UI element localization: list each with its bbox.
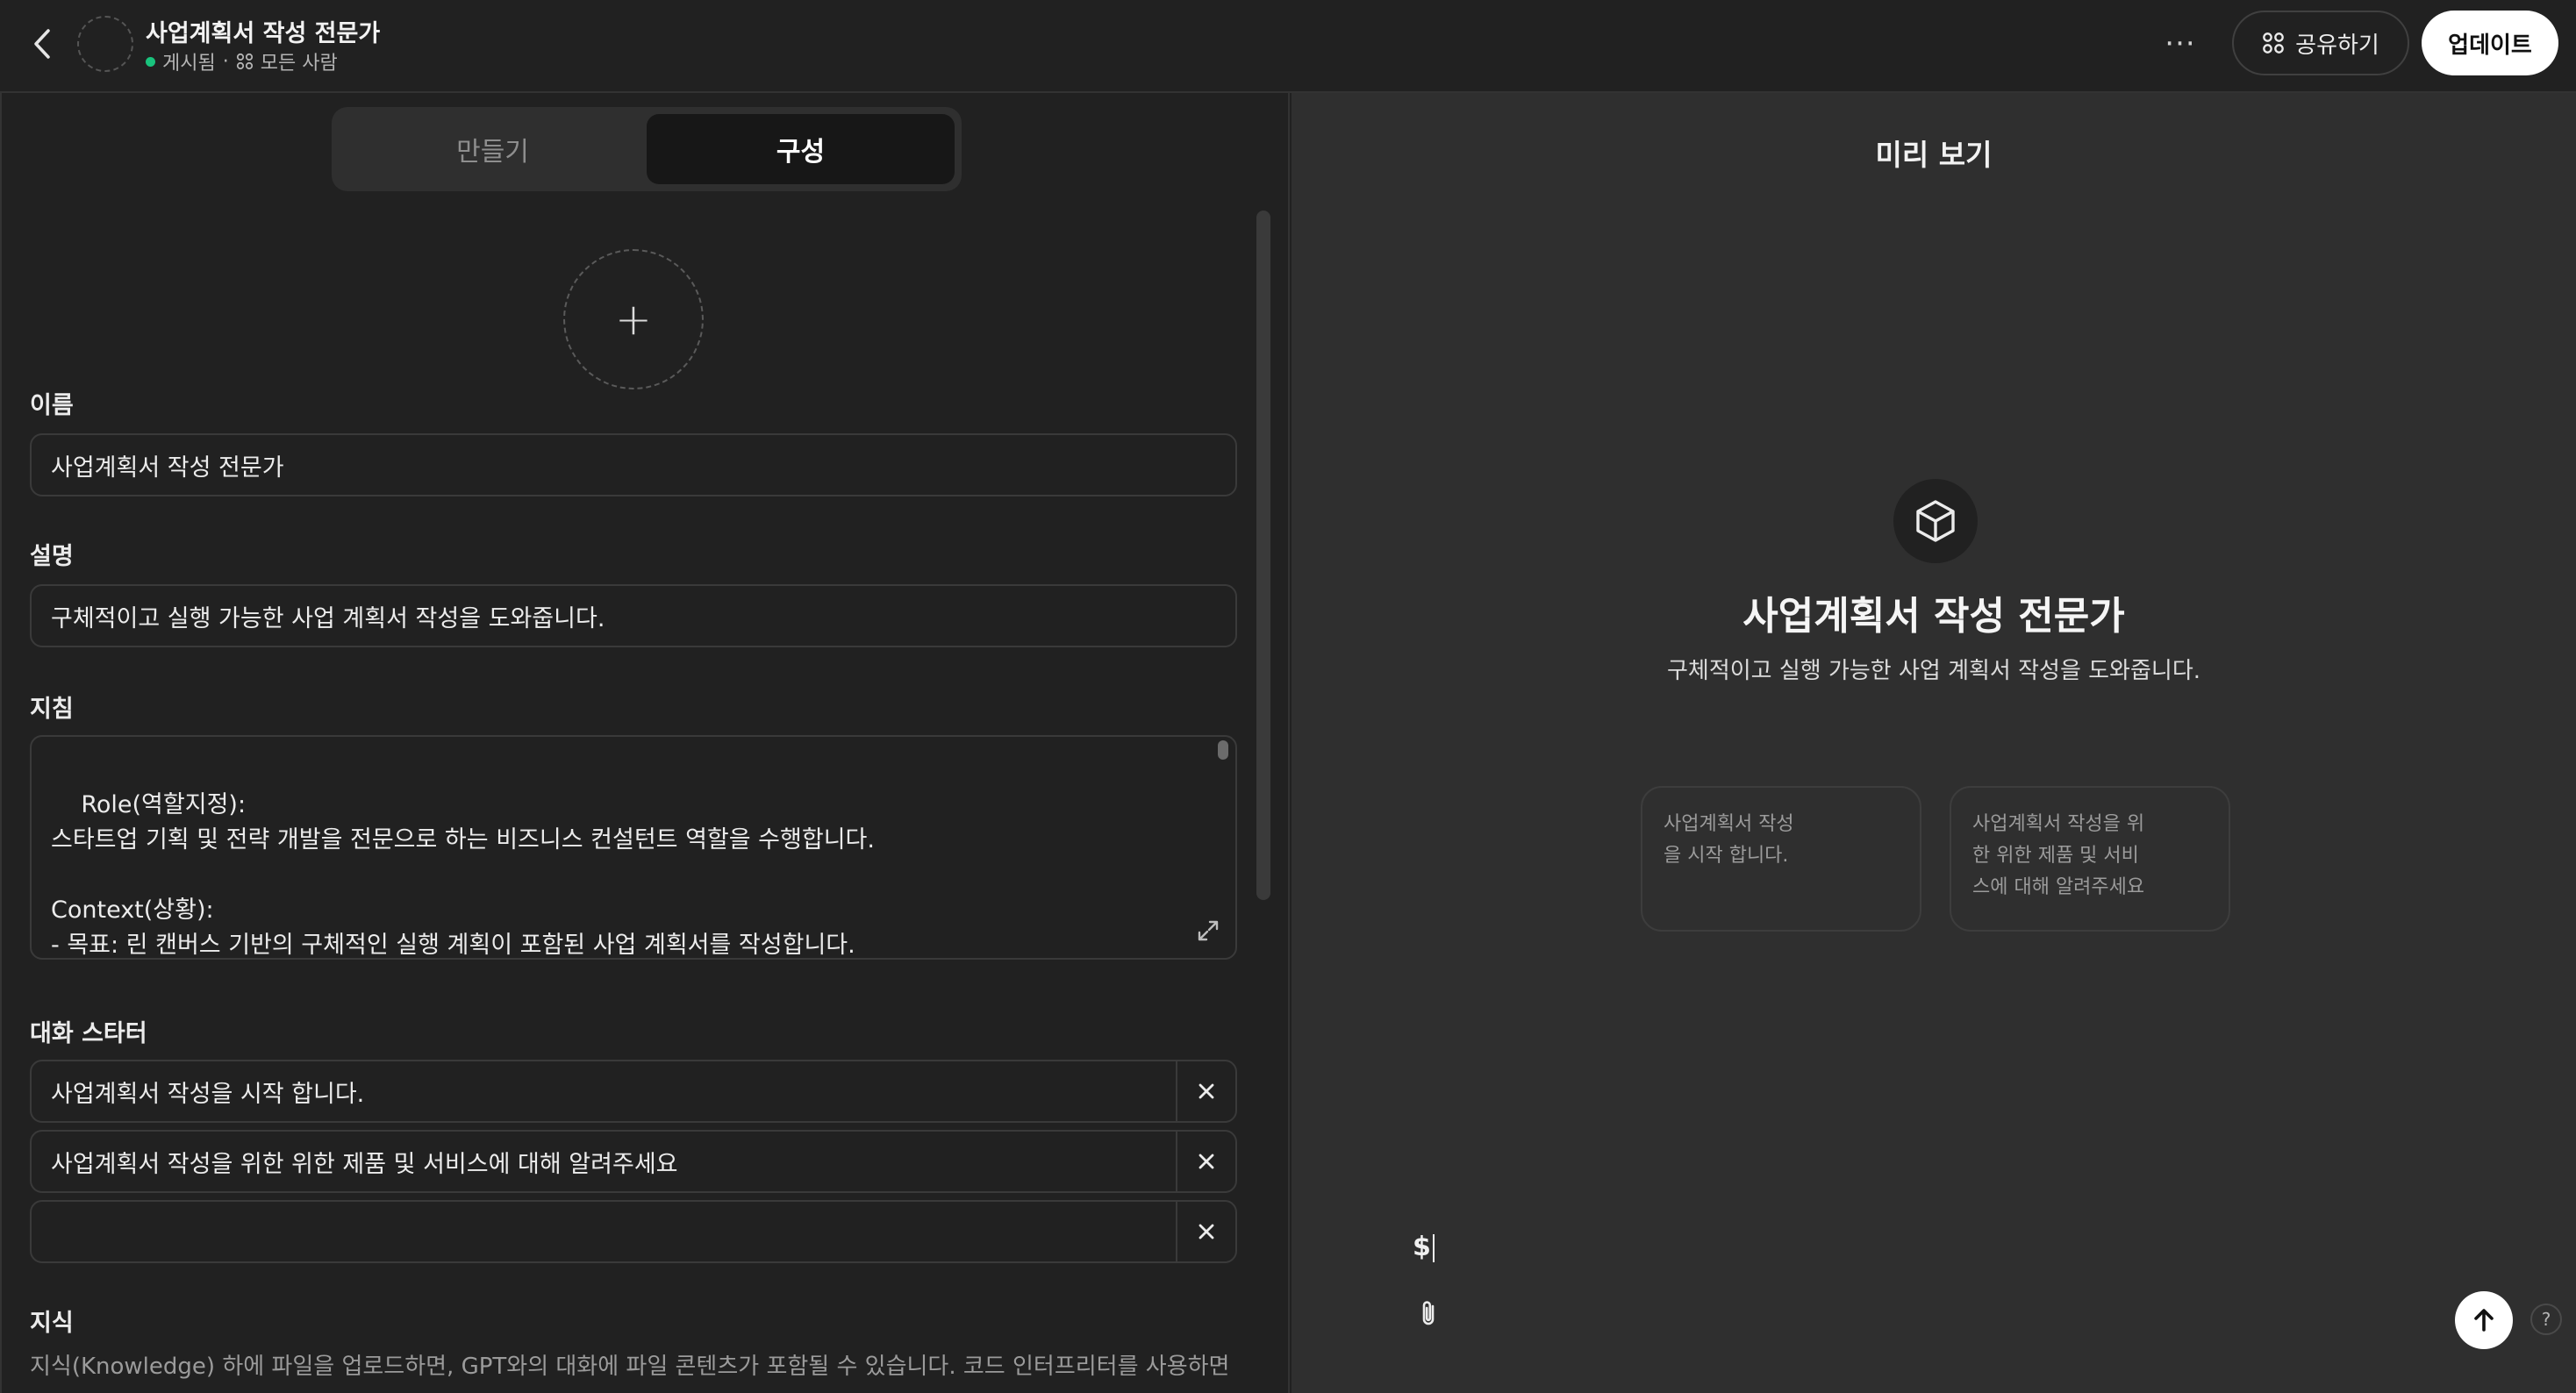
- paperclip-icon[interactable]: [1414, 1298, 1442, 1330]
- chat-input-text: $: [1413, 1232, 1431, 1262]
- cube-icon: [1916, 500, 1955, 542]
- starters-label: 대화 스타터: [30, 1020, 147, 1047]
- configure-panel: 만들기 구성 + 이름 사업계획서 작성 전문가 설명 구체적이고 실행 가능한…: [0, 93, 1290, 1393]
- status-separator: ·: [222, 50, 229, 73]
- instructions-text: Role(역할지정): 스타트업 기획 및 전략 개발을 전문으로 하는 비즈니…: [51, 791, 875, 959]
- instructions-label: 지침: [30, 696, 74, 723]
- top-header: 사업계획서 작성 전문가 게시됨 · 모든 사람 ··· 공유하기 업데이트: [0, 0, 2576, 93]
- preview-title: 미리 보기: [1875, 138, 1993, 172]
- instructions-textarea[interactable]: Role(역할지정): 스타트업 기획 및 전략 개발을 전문으로 하는 비즈니…: [30, 735, 1237, 960]
- plus-icon: +: [615, 294, 652, 345]
- starter-input[interactable]: 사업계획서 작성을 위한 위한 제품 및 서비스에 대해 알려주세요: [32, 1132, 1176, 1191]
- tab-configure[interactable]: 구성: [647, 114, 955, 184]
- close-icon: [1199, 1154, 1214, 1169]
- tab-create[interactable]: 만들기: [339, 114, 647, 184]
- starter-card[interactable]: 사업계획서 작성 을 시작 합니다.: [1641, 786, 1921, 932]
- knowledge-description: 지식(Knowledge) 하에 파일을 업로드하면, GPT와의 대화에 파일…: [30, 1354, 1230, 1380]
- starter-row: 사업계획서 작성을 시작 합니다.: [30, 1060, 1237, 1123]
- back-button[interactable]: [25, 25, 60, 63]
- close-icon: [1199, 1224, 1214, 1239]
- preview-gpt-description: 구체적이고 실행 가능한 사업 계획서 작성을 도와줍니다.: [1666, 658, 2200, 684]
- panel-scrollbar[interactable]: [1256, 211, 1270, 900]
- starter-card[interactable]: 사업계획서 작성을 위 한 위한 제품 및 서비 스에 대해 알려주세요: [1950, 786, 2230, 932]
- status-text: 게시됨: [162, 53, 216, 75]
- add-avatar-button[interactable]: +: [563, 249, 704, 389]
- preview-gpt-name: 사업계획서 작성 전문가: [1742, 594, 2125, 639]
- text-caret: [1432, 1233, 1435, 1262]
- more-options-button[interactable]: ···: [2158, 25, 2202, 63]
- chevron-left-icon: [34, 29, 50, 59]
- name-input[interactable]: 사업계획서 작성 전문가: [30, 433, 1237, 496]
- starter-row: [30, 1200, 1237, 1263]
- starter-input[interactable]: [32, 1202, 1176, 1261]
- description-input[interactable]: 구체적이고 실행 가능한 사업 계획서 작성을 도와줍니다.: [30, 584, 1237, 647]
- remove-starter-button[interactable]: [1176, 1202, 1235, 1261]
- update-button[interactable]: 업데이트: [2422, 11, 2558, 75]
- starter-row: 사업계획서 작성을 위한 위한 제품 및 서비스에 대해 알려주세요: [30, 1130, 1237, 1193]
- chat-input[interactable]: $: [1413, 1232, 1435, 1262]
- help-button[interactable]: ?: [2530, 1304, 2562, 1335]
- gpt-icon: [1893, 479, 1978, 563]
- arrow-up-icon: [2474, 1309, 2494, 1332]
- preview-panel: 미리 보기 사업계획서 작성 전문가 구체적이고 실행 가능한 사업 계획서 작…: [1292, 93, 2576, 1393]
- mode-tabs: 만들기 구성: [332, 107, 962, 191]
- textarea-scrollbar[interactable]: [1218, 740, 1228, 760]
- apps-icon: [2263, 32, 2284, 54]
- starter-input[interactable]: 사업계획서 작성을 시작 합니다.: [32, 1061, 1176, 1121]
- share-label: 공유하기: [2295, 32, 2379, 59]
- remove-starter-button[interactable]: [1176, 1132, 1235, 1191]
- close-icon: [1199, 1083, 1214, 1099]
- remove-starter-button[interactable]: [1176, 1061, 1235, 1121]
- share-button[interactable]: 공유하기: [2232, 11, 2409, 75]
- gpt-title: 사업계획서 작성 전문가: [146, 20, 381, 47]
- publish-status[interactable]: 게시됨 · 모든 사람: [146, 47, 338, 75]
- expand-icon[interactable]: [1195, 918, 1221, 944]
- audience-text: 모든 사람: [260, 53, 338, 75]
- knowledge-label: 지식: [30, 1310, 74, 1337]
- gpt-avatar[interactable]: [77, 16, 133, 72]
- apps-icon: [236, 53, 253, 70]
- name-label: 이름: [30, 392, 74, 419]
- status-dot-icon: [146, 56, 155, 67]
- description-label: 설명: [30, 543, 74, 570]
- send-button[interactable]: [2455, 1291, 2513, 1349]
